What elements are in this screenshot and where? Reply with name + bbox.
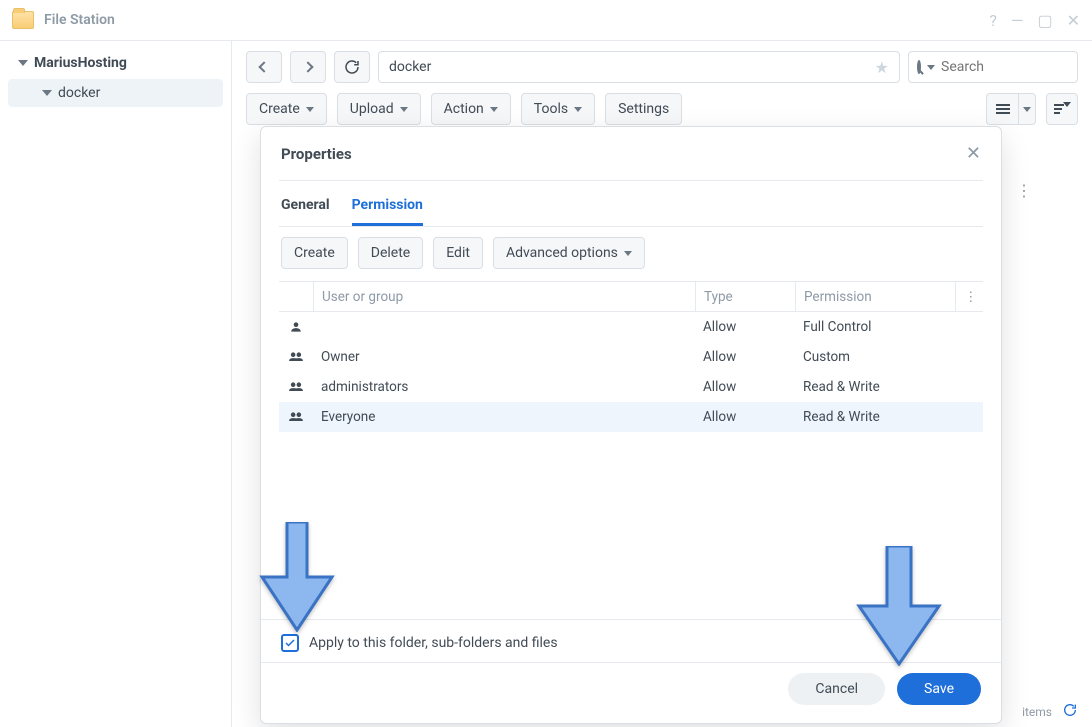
perm-delete-button[interactable]: Delete (358, 237, 423, 269)
tab-permission[interactable]: Permission (352, 191, 423, 226)
cell-permission: Custom (795, 349, 955, 365)
dialog-title: Properties (281, 145, 352, 163)
cell-type: Allow (695, 379, 795, 395)
permission-table: User or group Type Permission ⋮ AllowFul… (279, 281, 983, 432)
apply-checkbox[interactable] (281, 634, 299, 652)
table-row[interactable]: administratorsAllowRead & Write (279, 372, 983, 402)
cell-user: Everyone (313, 409, 695, 425)
cell-user: Owner (313, 349, 695, 365)
col-permission[interactable]: Permission (795, 282, 955, 311)
dialog-tabs: General Permission (261, 181, 1001, 226)
table-row[interactable]: OwnerAllowCustom (279, 342, 983, 372)
cell-type: Allow (695, 319, 795, 335)
table-header: User or group Type Permission ⋮ (279, 282, 983, 312)
save-button[interactable]: Save (897, 673, 981, 705)
annotation-arrow (257, 522, 337, 636)
cell-permission: Read & Write (795, 409, 955, 425)
table-row[interactable]: EveryoneAllowRead & Write (279, 402, 983, 432)
apply-label: Apply to this folder, sub-folders and fi… (309, 635, 558, 651)
col-more[interactable]: ⋮ (955, 282, 983, 311)
perm-create-button[interactable]: Create (281, 237, 348, 269)
perm-advanced-button[interactable]: Advanced options (493, 237, 645, 269)
col-type[interactable]: Type (695, 282, 795, 311)
cell-type: Allow (695, 349, 795, 365)
dialog-close-button[interactable]: ✕ (966, 143, 981, 164)
tab-general[interactable]: General (281, 191, 330, 226)
cell-type: Allow (695, 409, 795, 425)
group-icon (279, 350, 313, 364)
cell-permission: Full Control (795, 319, 955, 335)
check-icon (284, 637, 296, 649)
caret-down-icon (624, 251, 632, 256)
user-icon (279, 320, 313, 334)
cancel-button[interactable]: Cancel (788, 673, 885, 705)
group-icon (279, 380, 313, 394)
perm-edit-button[interactable]: Edit (433, 237, 483, 269)
cell-user: administrators (313, 379, 695, 395)
cell-permission: Read & Write (795, 379, 955, 395)
group-icon (279, 410, 313, 424)
col-user[interactable]: User or group (313, 282, 695, 311)
table-row[interactable]: AllowFull Control (279, 312, 983, 342)
annotation-arrow (855, 546, 943, 670)
modal-overlay: Properties ✕ General Permission Create D… (0, 0, 1092, 727)
